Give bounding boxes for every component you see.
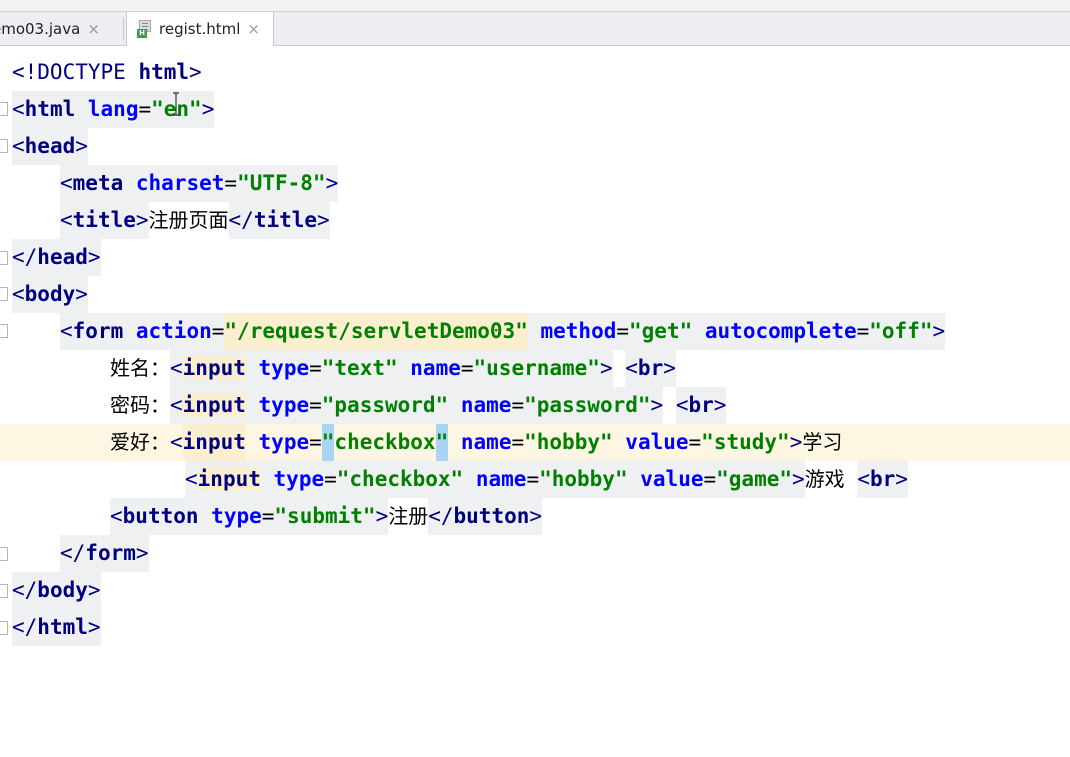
- tab-label: regist.html: [159, 20, 241, 38]
- fold-marker-icon[interactable]: [0, 139, 8, 153]
- code-line: 姓名： <input type="text" name="username"> <…: [0, 350, 1070, 387]
- close-icon[interactable]: ×: [87, 20, 100, 38]
- code-line: < meta charset = "UTF-8" >: [0, 165, 1070, 202]
- editor-tab-bar: emo03.java × H regist.html ×: [0, 12, 1070, 46]
- tab-label: emo03.java: [0, 19, 81, 38]
- tab-demo03-java[interactable]: emo03.java ×: [0, 12, 108, 45]
- fold-marker-icon[interactable]: [0, 547, 8, 561]
- close-icon[interactable]: ×: [247, 20, 260, 38]
- code-line: < body >: [0, 276, 1070, 313]
- code-editor[interactable]: <!DOCTYPE html > < html lang = "en" > < head > …: [0, 46, 1070, 681]
- code-line: <input type="checkbox" name="hobby" valu…: [0, 461, 1070, 498]
- code-line: </head >: [0, 239, 1070, 276]
- html-file-icon: H: [137, 20, 153, 38]
- fold-marker-icon[interactable]: [0, 102, 8, 116]
- fold-marker-icon[interactable]: [0, 251, 8, 265]
- fold-marker-icon[interactable]: [0, 584, 8, 598]
- code-line: </html >: [0, 609, 1070, 646]
- code-line: <button type="submit"> 注册 </button>: [0, 498, 1070, 535]
- breadcrumb-bar: [0, 0, 1070, 12]
- code-line: </form >: [0, 535, 1070, 572]
- tab-regist-html[interactable]: H regist.html ×: [126, 12, 274, 46]
- code-line: <!DOCTYPE html >: [12, 60, 202, 84]
- fold-marker-icon[interactable]: [0, 324, 8, 338]
- tab-divider: [123, 18, 124, 40]
- code-line: 密码： <input type="password" name="password…: [0, 387, 1070, 424]
- code-line: < html lang = "en" >: [0, 91, 1070, 128]
- code-line: <title> 注册页面 </title>: [0, 202, 1070, 239]
- fold-marker-icon[interactable]: [0, 287, 8, 301]
- mouse-ibeam-cursor-icon: [173, 92, 179, 116]
- fold-marker-icon[interactable]: [0, 621, 8, 635]
- code-line: < form action = "/request/servletDemo03" me…: [0, 313, 1070, 350]
- code-line-current: 爱好： < input type = " checkbox " name = "hobby" v…: [0, 424, 1070, 461]
- code-line: < head >: [0, 128, 1070, 165]
- code-line: </body >: [0, 572, 1070, 609]
